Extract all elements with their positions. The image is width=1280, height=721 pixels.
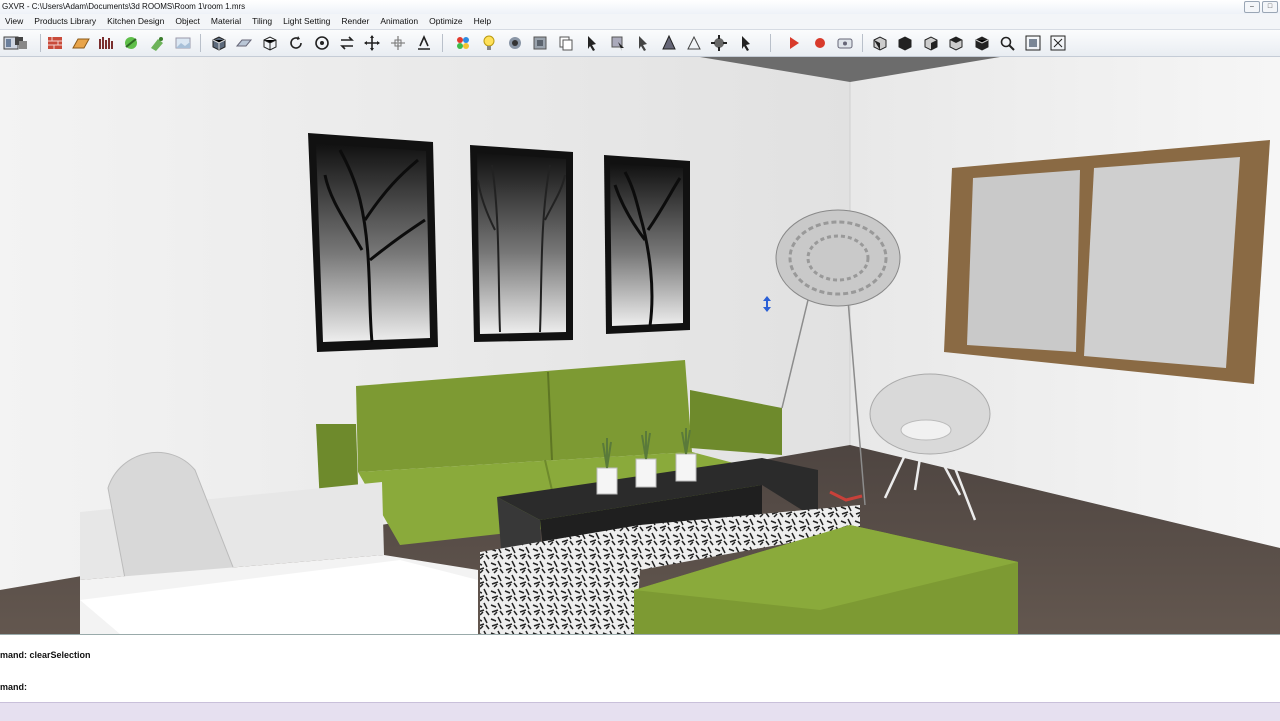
select-icon[interactable] <box>583 34 601 52</box>
swap-icon[interactable] <box>338 34 356 52</box>
painting-middle <box>470 145 573 342</box>
record-icon[interactable] <box>811 34 829 52</box>
plane-icon[interactable] <box>235 34 253 52</box>
view-left-icon[interactable] <box>922 34 940 52</box>
command-panel: mand: clearSelection mand: <box>0 634 1280 703</box>
view-back-icon[interactable] <box>896 34 914 52</box>
cube-icon[interactable] <box>261 34 279 52</box>
align-icon[interactable] <box>415 34 433 52</box>
box-icon[interactable] <box>210 34 228 52</box>
shapes-icon[interactable] <box>12 34 30 52</box>
command-prompt-line[interactable]: mand: <box>0 682 27 692</box>
pointer-icon[interactable] <box>634 34 652 52</box>
toolbar-separator <box>200 34 201 52</box>
view-top-icon[interactable] <box>973 34 991 52</box>
3d-viewport[interactable] <box>0 57 1280 634</box>
wall-icon[interactable] <box>46 34 64 52</box>
settings-icon[interactable] <box>685 34 703 52</box>
command-history-line: mand: clearSelection <box>0 650 91 660</box>
material-icon[interactable] <box>97 34 115 52</box>
window-controls: – □ <box>1244 1 1278 13</box>
zoom-extents-icon[interactable] <box>1024 34 1042 52</box>
arrow-icon[interactable] <box>710 34 728 52</box>
title-bar: GXVR - C:\Users\Adam\Documents\3d ROOMS\… <box>0 0 1280 14</box>
view-front-icon[interactable] <box>871 34 889 52</box>
menu-object[interactable]: Object <box>170 14 206 29</box>
painting-right <box>604 155 690 334</box>
palette-icon[interactable] <box>454 34 472 52</box>
toolbar-separator <box>862 34 863 52</box>
menu-render[interactable]: Render <box>336 14 375 29</box>
toolbar-separator <box>442 34 443 52</box>
menu-bar: View Products Library Kitchen Design Obj… <box>0 14 1280 30</box>
menu-light-setting[interactable]: Light Setting <box>278 14 336 29</box>
menu-animation[interactable]: Animation <box>375 14 424 29</box>
toolbar-separator <box>770 34 771 52</box>
menu-kitchen-design[interactable]: Kitchen Design <box>102 14 170 29</box>
camera-icon[interactable] <box>506 34 524 52</box>
pick-icon[interactable] <box>609 34 627 52</box>
view-right-icon[interactable] <box>947 34 965 52</box>
menu-material[interactable]: Material <box>206 14 247 29</box>
painting-left <box>308 133 438 352</box>
landscape-icon[interactable] <box>174 34 192 52</box>
orbit-icon[interactable] <box>313 34 331 52</box>
paint-icon[interactable] <box>148 34 166 52</box>
zoom-icon[interactable] <box>998 34 1016 52</box>
rotate-icon[interactable] <box>287 34 305 52</box>
maximize-button[interactable]: □ <box>1262 1 1278 13</box>
copy-icon[interactable] <box>557 34 575 52</box>
texture-icon[interactable] <box>122 34 140 52</box>
render-icon[interactable] <box>531 34 549 52</box>
window-title: GXVR - C:\Users\Adam\Documents\3d ROOMS\… <box>2 2 246 11</box>
menu-help[interactable]: Help <box>469 14 497 29</box>
toolbar-separator <box>40 34 41 52</box>
move-icon[interactable] <box>363 34 381 52</box>
play-icon[interactable] <box>785 34 803 52</box>
status-bar <box>0 702 1280 721</box>
minimize-button[interactable]: – <box>1244 1 1260 13</box>
pointer-alt-icon[interactable] <box>737 34 755 52</box>
room-scene <box>0 57 1280 634</box>
fit-view-icon[interactable] <box>1049 34 1067 52</box>
main-toolbar <box>0 30 1280 57</box>
menu-tiling[interactable]: Tiling <box>247 14 278 29</box>
floor-icon[interactable] <box>72 34 90 52</box>
light-icon[interactable] <box>480 34 498 52</box>
menu-optimize[interactable]: Optimize <box>424 14 469 29</box>
video-icon[interactable] <box>836 34 854 52</box>
scale-icon[interactable] <box>389 34 407 52</box>
window <box>944 140 1270 384</box>
cone-icon[interactable] <box>660 34 678 52</box>
menu-products-library[interactable]: Products Library <box>29 14 102 29</box>
menu-view[interactable]: View <box>0 14 29 29</box>
